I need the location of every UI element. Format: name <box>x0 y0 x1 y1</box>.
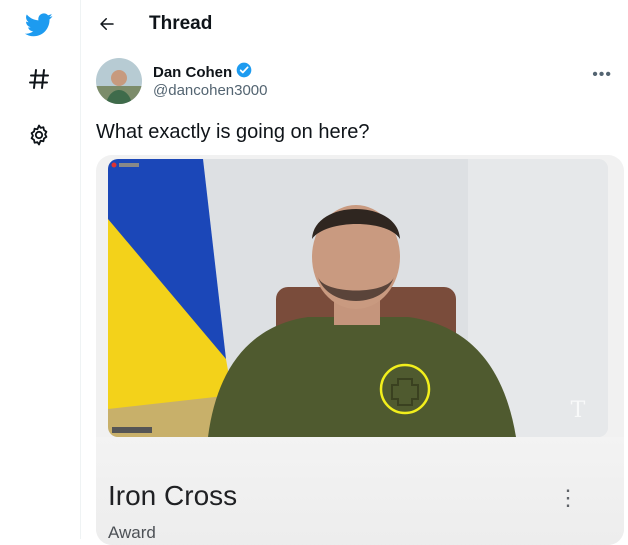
knowledge-card[interactable]: Iron Cross Award ⋮ <box>96 437 624 545</box>
tweet-media[interactable]: T Iron Cross Award ⋮ <box>96 155 624 545</box>
author-name[interactable]: Dan Cohen <box>153 62 252 83</box>
tweet-text: What exactly is going on here? <box>96 121 370 143</box>
card-subtitle: Award <box>108 523 156 542</box>
video-frame[interactable] <box>108 159 608 437</box>
bird-icon[interactable] <box>24 10 54 40</box>
arrow-left-icon[interactable] <box>95 12 119 36</box>
more-vertical-icon[interactable]: ⋮ <box>557 487 579 509</box>
verified-badge-icon <box>236 62 252 83</box>
author-name-text: Dan Cohen <box>153 63 233 81</box>
avatar[interactable] <box>96 58 142 104</box>
thread-header: Thread <box>81 0 628 50</box>
card-title: Iron Cross <box>108 480 238 511</box>
thread-column: Thread Dan Cohen @dancohen3000 ••• What … <box>81 0 628 545</box>
author-handle[interactable]: @dancohen3000 <box>153 82 268 100</box>
left-nav <box>0 0 81 539</box>
gear-icon[interactable] <box>24 120 54 150</box>
hashtag-icon[interactable] <box>24 64 54 94</box>
more-horizontal-icon[interactable]: ••• <box>592 66 612 84</box>
svg-text:T: T <box>571 398 586 423</box>
page-title: Thread <box>149 13 213 34</box>
nyt-logo-icon: T <box>564 395 592 423</box>
